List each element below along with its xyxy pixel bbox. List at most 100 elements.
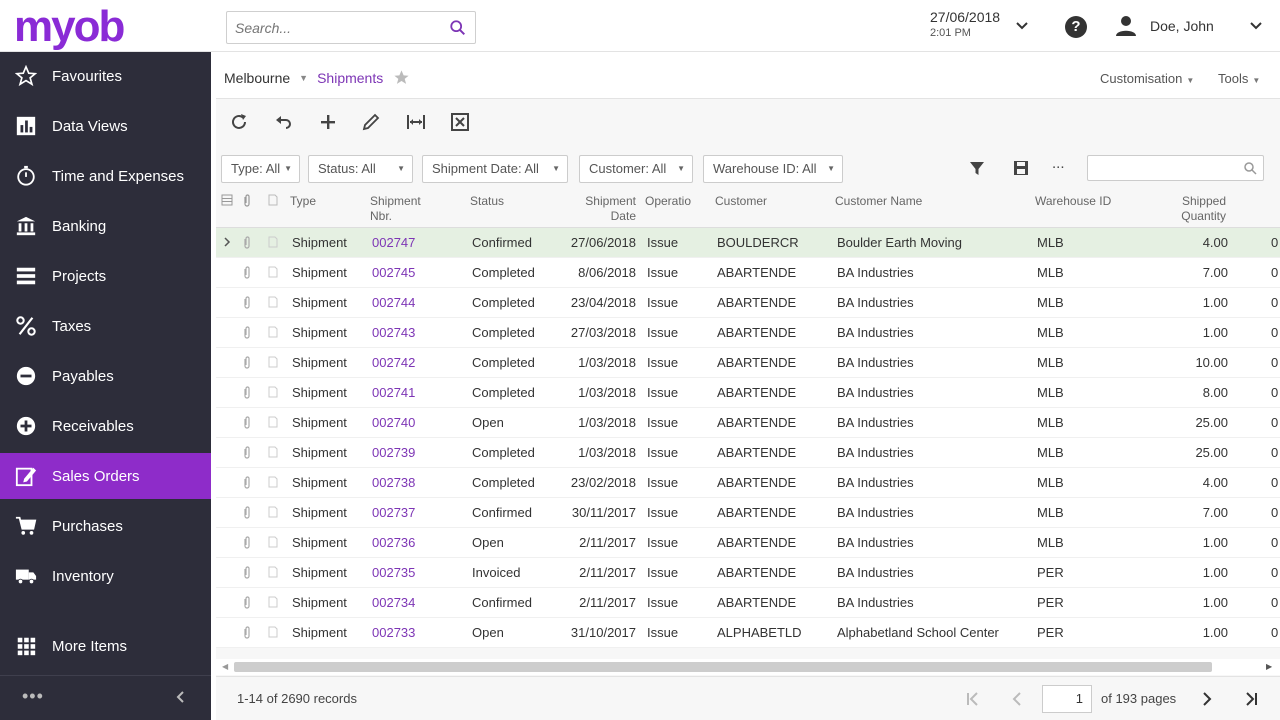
scroll-left-icon[interactable]: ◀ bbox=[222, 662, 228, 671]
tools-menu[interactable]: Tools ▼ bbox=[1218, 71, 1260, 86]
next-page-icon[interactable] bbox=[1198, 690, 1216, 708]
scrollbar-thumb[interactable] bbox=[234, 662, 1212, 672]
more-dots-icon[interactable]: ••• bbox=[22, 686, 44, 707]
cell-shipment-nbr[interactable]: 002735 bbox=[372, 565, 415, 580]
cell-shipment-nbr[interactable]: 002744 bbox=[372, 295, 415, 310]
table-row[interactable]: Shipment 002744 Completed 23/04/2018 Issue AB… bbox=[216, 288, 1280, 318]
attachment-icon[interactable] bbox=[242, 266, 252, 279]
chevron-down-icon[interactable] bbox=[1014, 18, 1030, 34]
table-row[interactable]: Shipment 002737 Confirmed 30/11/2017 Issue AB… bbox=[216, 498, 1280, 528]
col-status[interactable]: Status bbox=[470, 194, 504, 209]
table-row[interactable]: Shipment 002747 Confirmed 27/06/2018 Issue BO… bbox=[216, 228, 1280, 258]
filter-shipment-date[interactable]: Shipment Date: All ▼ bbox=[422, 155, 568, 183]
undo-icon[interactable] bbox=[273, 111, 295, 133]
sidebar-item-payables[interactable]: Payables bbox=[0, 353, 211, 399]
col-type[interactable]: Type bbox=[290, 194, 316, 209]
chevron-down-icon[interactable] bbox=[1248, 18, 1264, 34]
attachment-icon[interactable] bbox=[242, 626, 252, 639]
add-icon[interactable] bbox=[317, 111, 339, 133]
table-row[interactable]: Shipment 002735 Invoiced 2/11/2017 Issue ABAR… bbox=[216, 558, 1280, 588]
attachment-icon[interactable] bbox=[242, 416, 252, 429]
col-customer[interactable]: Customer bbox=[715, 194, 767, 209]
search-input[interactable] bbox=[227, 12, 437, 43]
attachment-icon[interactable] bbox=[242, 356, 252, 369]
row-selector-icon[interactable] bbox=[222, 236, 232, 248]
table-row[interactable]: Shipment 002738 Completed 23/02/2018 Issue AB… bbox=[216, 468, 1280, 498]
attachment-icon[interactable] bbox=[242, 506, 252, 519]
horizontal-scrollbar[interactable]: ◀ ▶ bbox=[216, 659, 1280, 675]
col-shipment-nbr[interactable]: Shipment Nbr. bbox=[370, 194, 430, 224]
cell-shipment-nbr[interactable]: 002739 bbox=[372, 445, 415, 460]
page-title[interactable]: Shipments bbox=[317, 70, 383, 86]
user-icon[interactable] bbox=[1114, 14, 1138, 38]
sidebar-item-more-items[interactable]: More Items bbox=[0, 623, 211, 669]
scroll-right-icon[interactable]: ▶ bbox=[1266, 662, 1272, 671]
cell-shipment-nbr[interactable]: 002740 bbox=[372, 415, 415, 430]
document-icon[interactable] bbox=[268, 596, 278, 608]
help-icon[interactable]: ? bbox=[1065, 16, 1087, 38]
attachment-icon[interactable] bbox=[242, 236, 252, 249]
cell-shipment-nbr[interactable]: 002747 bbox=[372, 235, 415, 250]
attachment-icon[interactable] bbox=[242, 296, 252, 309]
more-options-icon[interactable]: ... bbox=[1052, 155, 1070, 173]
table-row[interactable]: Shipment 002740 Open 1/03/2018 Issue ABARTEND… bbox=[216, 408, 1280, 438]
document-icon[interactable] bbox=[268, 386, 278, 398]
sidebar-item-receivables[interactable]: Receivables bbox=[0, 403, 211, 449]
breadcrumb-branch[interactable]: Melbourne bbox=[224, 70, 290, 86]
grid-search-input[interactable] bbox=[1087, 155, 1264, 181]
attachment-icon[interactable] bbox=[242, 446, 252, 459]
col-customer-name[interactable]: Customer Name bbox=[835, 194, 922, 209]
filter-status[interactable]: Status: All ▼ bbox=[308, 155, 413, 183]
prev-page-icon[interactable] bbox=[1008, 690, 1026, 708]
filter-warehouse[interactable]: Warehouse ID: All ▼ bbox=[703, 155, 843, 183]
table-row[interactable]: Shipment 002733 Open 31/10/2017 Issue ALPHABE… bbox=[216, 618, 1280, 648]
document-icon[interactable] bbox=[268, 626, 278, 638]
document-icon[interactable] bbox=[268, 536, 278, 548]
table-row[interactable]: Shipment 002743 Completed 27/03/2018 Issue AB… bbox=[216, 318, 1280, 348]
document-icon[interactable] bbox=[268, 266, 278, 278]
document-icon[interactable] bbox=[268, 416, 278, 428]
col-shipment-date[interactable]: Shipment Date bbox=[580, 194, 636, 224]
cell-shipment-nbr[interactable]: 002738 bbox=[372, 475, 415, 490]
col-warehouse-id[interactable]: Warehouse ID bbox=[1035, 194, 1111, 209]
col-operation[interactable]: Operatio bbox=[645, 194, 691, 209]
sidebar-item-data-views[interactable]: Data Views bbox=[0, 103, 211, 149]
search-box[interactable] bbox=[226, 11, 476, 44]
refresh-icon[interactable] bbox=[228, 111, 250, 133]
sidebar-item-inventory[interactable]: Inventory bbox=[0, 553, 211, 599]
edit-pencil-icon[interactable] bbox=[360, 111, 382, 133]
sidebar-item-taxes[interactable]: Taxes bbox=[0, 303, 211, 349]
attachment-icon[interactable] bbox=[242, 326, 252, 339]
sidebar-item-favourites[interactable]: Favourites bbox=[0, 53, 211, 99]
table-row[interactable]: Shipment 002739 Completed 1/03/2018 Issue ABA… bbox=[216, 438, 1280, 468]
cell-shipment-nbr[interactable]: 002737 bbox=[372, 505, 415, 520]
table-row[interactable]: Shipment 002742 Completed 1/03/2018 Issue ABA… bbox=[216, 348, 1280, 378]
attachment-icon[interactable] bbox=[242, 566, 252, 579]
filter-customer[interactable]: Customer: All ▼ bbox=[579, 155, 693, 183]
sidebar-item-purchases[interactable]: Purchases bbox=[0, 503, 211, 549]
table-row[interactable]: Shipment 002745 Completed 8/06/2018 Issue ABA… bbox=[216, 258, 1280, 288]
filter-type[interactable]: Type: All ▼ bbox=[221, 155, 300, 183]
export-excel-icon[interactable] bbox=[449, 111, 471, 133]
attachment-icon[interactable] bbox=[242, 596, 252, 609]
caret-down-icon[interactable]: ▼ bbox=[299, 73, 308, 83]
business-date[interactable]: 27/06/2018 2:01 PM bbox=[930, 9, 1000, 39]
document-icon[interactable] bbox=[268, 296, 278, 308]
document-icon[interactable] bbox=[268, 356, 278, 368]
table-row[interactable]: Shipment 002734 Confirmed 2/11/2017 Issue ABA… bbox=[216, 588, 1280, 618]
cell-shipment-nbr[interactable]: 002745 bbox=[372, 265, 415, 280]
cell-shipment-nbr[interactable]: 002743 bbox=[372, 325, 415, 340]
collapse-sidebar-icon[interactable] bbox=[174, 690, 188, 704]
cell-shipment-nbr[interactable]: 002742 bbox=[372, 355, 415, 370]
filter-funnel-icon[interactable] bbox=[968, 159, 986, 177]
customisation-menu[interactable]: Customisation ▼ bbox=[1100, 71, 1194, 86]
favourite-star-icon[interactable] bbox=[393, 69, 410, 86]
save-filter-icon[interactable] bbox=[1012, 159, 1030, 177]
page-number-input[interactable]: 1 bbox=[1042, 685, 1092, 713]
last-page-icon[interactable] bbox=[1242, 690, 1260, 708]
sidebar-item-projects[interactable]: Projects bbox=[0, 253, 211, 299]
cell-shipment-nbr[interactable]: 002741 bbox=[372, 385, 415, 400]
document-icon[interactable] bbox=[268, 566, 278, 578]
myob-logo[interactable]: myob bbox=[14, 2, 125, 52]
grid-settings-icon[interactable] bbox=[221, 194, 233, 206]
